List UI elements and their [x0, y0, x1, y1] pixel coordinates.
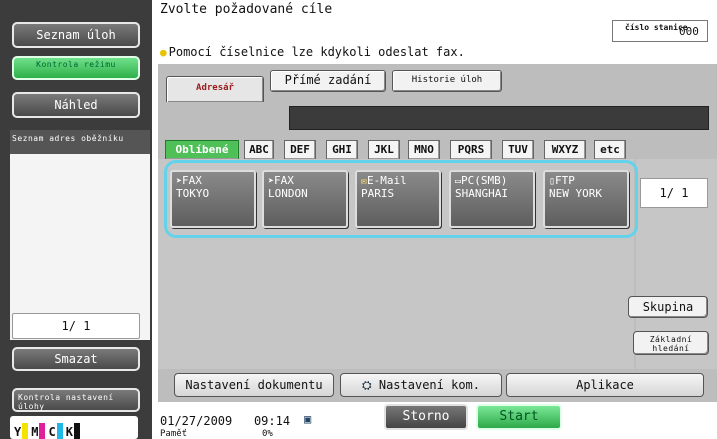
basic-search-button[interactable]: Základní hledání [633, 331, 709, 355]
destination-fax-tokyo[interactable]: ➤FAX TOKYO [170, 170, 256, 228]
mode-check-button[interactable]: Kontrola režimu [12, 56, 140, 80]
destination-name: NEW YORK [549, 187, 602, 200]
broadcast-list: Seznam adres oběžníku [10, 130, 150, 340]
group-button[interactable]: Skupina [628, 296, 708, 318]
destination-type: FAX [182, 174, 202, 187]
index-tab-favorites[interactable]: Oblíbené [165, 140, 239, 160]
tab-direct-input[interactable]: Přímé zadání [270, 70, 386, 92]
task-list-button[interactable]: Seznam úloh [12, 22, 140, 48]
document-settings-button[interactable]: Nastavení dokumentu [174, 373, 334, 397]
station-number: číslo stanice 000 [612, 20, 708, 42]
hint-message: ● Pomocí číselnice lze kdykoli odeslat f… [160, 45, 465, 59]
communication-settings-button[interactable]: ⛭ Nastavení kom. [340, 373, 502, 397]
destination-email-paris[interactable]: ✉E-Mail PARIS [355, 170, 441, 228]
delete-button[interactable]: Smazat [12, 347, 140, 371]
station-value: 000 [679, 25, 699, 38]
destination-name: PARIS [361, 187, 395, 200]
destination-smb-shanghai[interactable]: ▭PC(SMB) SHANGHAI [449, 170, 535, 228]
address-display-field [289, 106, 709, 130]
destination-ftp-new-york[interactable]: ▯FTP NEW YORK [543, 170, 629, 228]
memory-label: Paměť [160, 429, 188, 439]
communication-settings-label: Nastavení kom. [378, 378, 480, 392]
toner-magenta: M [31, 423, 46, 439]
destination-page-indicator: 1/ 1 [640, 178, 708, 208]
index-tab-pqrs[interactable]: PQRS [450, 140, 492, 160]
memory-value: 0% [262, 429, 273, 439]
toner-cyan: C [48, 423, 63, 439]
toner-black: K [66, 423, 80, 439]
network-icon: ▣ [304, 412, 312, 426]
stop-button[interactable]: Storno [384, 404, 468, 430]
index-tab-wxyz[interactable]: WXYZ [544, 140, 586, 160]
destination-type: FAX [274, 174, 294, 187]
settings-icon: ⛭ [362, 378, 372, 392]
destination-type: E-Mail [367, 174, 407, 187]
tab-job-history[interactable]: Historie úloh [392, 70, 502, 92]
tab-address-book[interactable]: Adresář [166, 76, 264, 102]
index-tab-tuv[interactable]: TUV [502, 140, 534, 160]
destination-type: FTP [555, 174, 575, 187]
index-tab-def[interactable]: DEF [284, 140, 316, 160]
hint-text: Pomocí číselnice lze kdykoli odeslat fax… [168, 45, 465, 59]
screen: Seznam úloh Kontrola režimu Náhled Sezna… [0, 0, 717, 439]
broadcast-list-page-indicator: 1/ 1 [12, 313, 140, 339]
application-button[interactable]: Aplikace [506, 373, 704, 397]
status-datetime: 01/27/2009 09:14 [160, 414, 291, 428]
index-tab-abc[interactable]: ABC [244, 140, 274, 160]
lightbulb-icon: ● [160, 45, 167, 59]
destination-name: LONDON [268, 187, 308, 200]
broadcast-list-title: Seznam adres oběžníku [10, 130, 150, 154]
destination-name: SHANGHAI [455, 187, 508, 200]
index-tab-jkl[interactable]: JKL [368, 140, 400, 160]
left-panel: Seznam úloh Kontrola režimu Náhled Sezna… [0, 0, 152, 439]
index-tab-etc[interactable]: etc [594, 140, 626, 160]
preview-button[interactable]: Náhled [12, 92, 140, 118]
job-settings-check-button[interactable]: Kontrola nastavení úlohy [12, 388, 140, 412]
destination-name: TOKYO [176, 187, 210, 200]
start-button[interactable]: Start [476, 404, 562, 430]
toner-yellow: Y [14, 423, 29, 439]
index-tab-mno[interactable]: MNO [408, 140, 440, 160]
toner-levels: Y M C K [10, 416, 138, 439]
destination-fax-london[interactable]: ➤FAX LONDON [262, 170, 348, 228]
destination-type: PC(SMB) [461, 174, 508, 187]
index-tab-ghi[interactable]: GHI [326, 140, 358, 160]
page-title: Zvolte požadované cíle [160, 2, 333, 17]
